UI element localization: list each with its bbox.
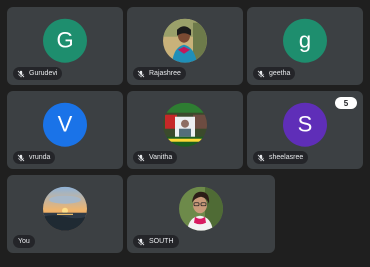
mic-off-icon (137, 154, 145, 161)
profile-photo-icon (163, 102, 207, 147)
profile-photo-icon (163, 18, 207, 63)
hidden-participants-count-badge[interactable]: 5 (335, 97, 357, 109)
participant-name: sheelasree (269, 154, 304, 161)
name-tag: SOUTH (133, 235, 179, 248)
participant-tile-vanitha[interactable]: Vanitha (127, 91, 243, 169)
participant-name: Gurudevi (29, 70, 58, 77)
avatar-photo (43, 186, 87, 231)
name-tag: Gurudevi (13, 67, 63, 80)
participant-name: SOUTH (149, 238, 174, 245)
mic-off-icon (137, 70, 145, 77)
name-tag: geetha (253, 67, 296, 80)
participant-name: Rajashree (149, 70, 181, 77)
avatar: V (43, 102, 87, 147)
name-tag: You (13, 235, 35, 248)
avatar-photo (179, 186, 223, 231)
name-tag: Vanitha (133, 151, 178, 164)
participant-name: You (18, 238, 30, 245)
name-tag: Rajashree (133, 67, 186, 80)
mic-off-icon (257, 154, 265, 161)
participant-tile-south[interactable]: SOUTH (127, 175, 275, 253)
participant-tile-vrunda[interactable]: V vrunda (7, 91, 123, 169)
name-tag: sheelasree (253, 151, 309, 164)
participant-tile-gurudevi[interactable]: G Gurudevi (7, 7, 123, 85)
participant-name: geetha (269, 70, 291, 77)
participant-tile-rajashree[interactable]: Rajashree (127, 7, 243, 85)
name-tag: vrunda (13, 151, 56, 164)
mic-off-icon (137, 238, 145, 245)
avatar-photo (163, 102, 207, 147)
participant-name: vrunda (29, 154, 51, 161)
mic-off-icon (17, 154, 25, 161)
avatar: G (43, 18, 87, 63)
avatar: g (283, 18, 327, 63)
participant-tile-you[interactable]: You (7, 175, 123, 253)
participant-name: Vanitha (149, 154, 173, 161)
profile-photo-icon (179, 186, 223, 231)
mic-off-icon (257, 70, 265, 77)
profile-photo-icon (43, 186, 87, 231)
avatar: S (283, 102, 327, 147)
participant-tile-geetha[interactable]: g geetha (247, 7, 363, 85)
avatar-photo (163, 18, 207, 63)
mic-off-icon (17, 70, 25, 77)
